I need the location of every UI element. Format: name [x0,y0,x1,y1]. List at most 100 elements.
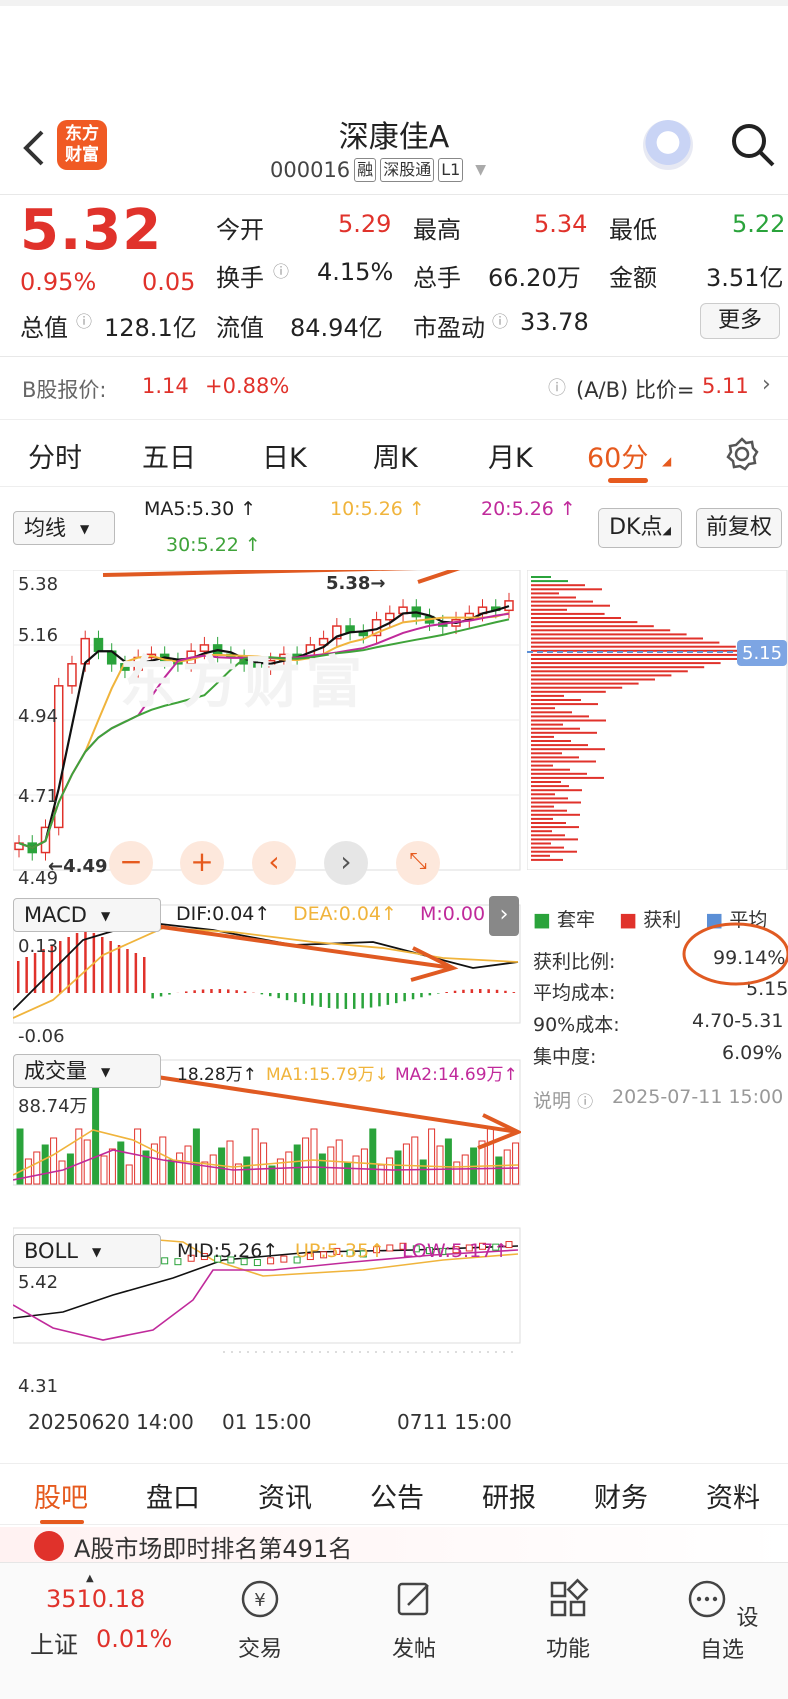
boll-selector[interactable]: BOLL ▼ [13,1234,161,1268]
boll-top: 5.42 [18,1272,59,1293]
chip-bar [531,612,605,615]
chip-note[interactable]: 说明 ⓘ [533,1086,593,1113]
chip-bar [531,596,576,599]
chip-bar [531,633,687,636]
tab-announce[interactable]: 公告 [370,1476,424,1515]
chip-bar [531,805,554,808]
info-icon[interactable]: ⓘ [492,308,508,332]
tab-profile[interactable]: 资料 [706,1476,760,1515]
macd-bar [487,989,490,993]
chip-bar [531,653,754,656]
chip-bar [531,768,570,771]
macd-bar [336,993,339,1009]
b-share-label: B股报价: [22,378,107,402]
chip-bar [531,793,555,796]
volume-bar [486,1128,494,1185]
expand-arrow-icon[interactable]: › [489,896,519,936]
tab-guba[interactable]: 股吧 [34,1476,88,1515]
chip-bar [531,584,585,587]
macd-bar [504,990,507,993]
macd-bottom: -0.06 [18,1026,65,1047]
nav-post[interactable]: 发帖 [382,1577,446,1663]
info-icon[interactable]: ⓘ [273,258,289,282]
search-icon[interactable] [730,122,776,168]
macd-bar [159,993,163,997]
profit-circle-annotation [682,922,788,986]
b-share-price: 1.14 [142,374,189,398]
nav-trade[interactable]: ¥ 交易 [228,1577,292,1663]
mktcap-value: 128.1亿 [104,314,197,342]
tab-60min[interactable]: 60分 [587,436,648,475]
assistant-robot-icon[interactable] [643,120,693,170]
tab-pankou[interactable]: 盘口 [146,1476,200,1515]
move-right-button[interactable]: › [324,841,368,885]
concentration-label: 集中度: [533,1046,597,1068]
ma-selector[interactable]: 均线 ▼ [13,511,115,545]
tab-news[interactable]: 资讯 [258,1476,312,1515]
alert-icon [34,1531,64,1561]
volume-selector[interactable]: 成交量 ▼ [13,1054,161,1088]
stock-code-row[interactable]: 000016 融 深股通 L1 ▼ [270,158,486,182]
chip-bar [531,662,721,665]
ranking-ticker[interactable]: A股市场即时排名第491名 [0,1527,788,1567]
nav-add-watchlist[interactable]: 设自选 [680,1577,764,1664]
macd-bar [462,989,465,993]
volume-bar [344,1162,352,1185]
watermark: 东方财富 [120,651,368,716]
volume-bar [444,1138,452,1185]
macd-bar [143,957,146,993]
ab-ratio-label: (A/B) 比价= [576,378,695,402]
move-left-button[interactable]: ‹ [252,841,296,885]
boll-low-label: LOW:5.17↑ [402,1240,510,1262]
zoom-in-button[interactable]: + [180,841,224,885]
macd-bar [411,993,415,1000]
b-share-row[interactable]: B股报价: 1.14 +0.88% ⓘ (A/B) 比价= 5.11 › [0,358,788,418]
tab-finance[interactable]: 财务 [594,1476,648,1515]
zoom-out-button[interactable]: − [109,841,153,885]
help-icon[interactable]: ⓘ [548,374,566,400]
ma20-label: 20:5.26 ↑ [481,498,576,520]
macd-bar [512,992,516,993]
macd-bar [101,937,104,993]
chip-bar [531,813,580,816]
chip-bar [531,674,672,677]
index-value[interactable]: 3510.18 [46,1585,145,1613]
tab-monthly[interactable]: 月K [488,436,533,475]
amount-value: 3.51亿 [706,264,784,292]
chip-bar [531,629,671,632]
volume-bar [24,1158,32,1185]
header: 东方 财富 深康佳A 000016 融 深股通 L1 ▼ [0,100,788,195]
chip-bar [531,826,579,829]
dk-button[interactable]: DK点◢ [598,508,682,548]
tab-daily[interactable]: 日K [262,436,307,475]
fullscreen-icon[interactable]: ⤡ [396,841,440,885]
tab-research[interactable]: 研报 [482,1476,536,1515]
edit-icon [397,1582,429,1616]
volume-bar [377,1164,385,1185]
more-button[interactable]: 更多 [700,303,780,339]
chip-bar [531,760,596,763]
chip-bar [531,834,565,837]
adjust-button[interactable]: 前复权 [696,508,782,548]
tag-connect: 深股通 [380,158,435,182]
volume-bar [41,1144,49,1185]
candle [67,663,77,687]
chip-bar [531,637,703,640]
macd-top: 0.13 [18,936,59,957]
chip-bar [531,723,563,726]
chip-bar [531,580,568,583]
info-icon[interactable]: ⓘ [76,308,92,332]
macd-selector[interactable]: MACD ▼ [13,898,161,932]
volume-bar [176,1152,184,1185]
nav-functions[interactable]: 功能 [536,1577,600,1663]
volume-bar [226,1140,234,1185]
gear-icon[interactable] [724,436,760,472]
tab-intraday[interactable]: 分时 [28,436,82,475]
chip-bar [531,854,550,857]
pe-value: 33.78 [520,308,589,336]
macd-bar [168,993,171,995]
tab-5day[interactable]: 五日 [142,436,196,475]
tab-weekly[interactable]: 周K [373,436,418,475]
macd-bar [210,989,213,993]
chip-bar [531,785,569,788]
